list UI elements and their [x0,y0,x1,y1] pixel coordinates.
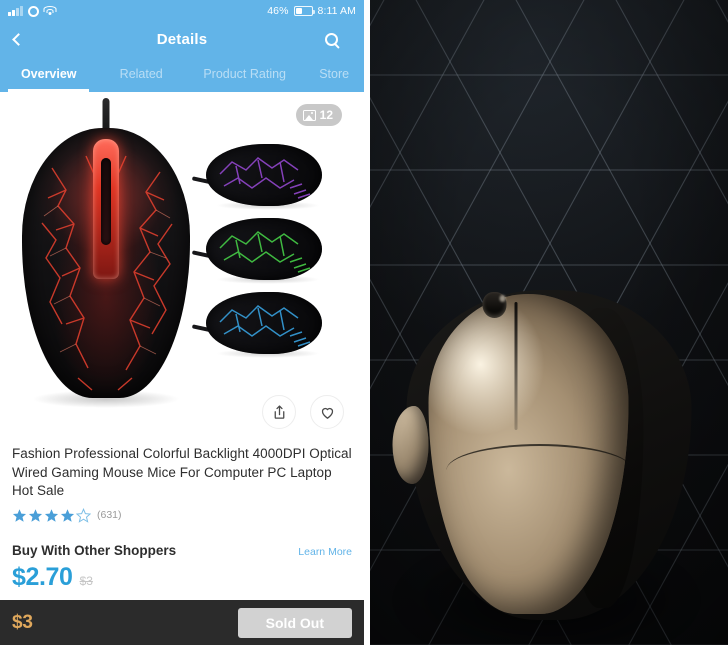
main-image-shadow [32,390,180,408]
heart-icon [321,407,333,419]
image-count-badge[interactable]: 12 [295,104,342,126]
variant-backlight-pattern [219,305,311,347]
price-row: $2.70 $3 [12,563,352,592]
image-count-label: 12 [319,108,333,122]
star-filled-icon [60,508,75,522]
mouse-body [22,128,190,398]
bottom-bar-price: $3 [12,611,33,633]
phone-app-panel: 46% 8:11 AM Details Overview Related Pro… [0,0,364,645]
screenshot-root: 46% 8:11 AM Details Overview Related Pro… [0,0,728,645]
variant-shadow [216,349,321,358]
gallery-actions [262,395,344,429]
mouse-thumb-side [392,406,429,484]
variant-backlight-pattern [219,231,311,273]
variant-body [206,292,322,354]
variant-shadow [216,275,321,284]
status-clock: 8:11 AM [317,5,356,17]
rating-row[interactable]: (631) [12,507,352,523]
learn-more-link[interactable]: Learn More [298,546,352,558]
product-gallery[interactable]: 12 [0,92,364,437]
battery-icon [293,6,315,16]
star-outline-icon [76,507,91,523]
battery-percent: 46% [267,5,289,17]
variant-blue[interactable] [191,292,336,358]
group-buy-price: $2.70 [12,562,73,591]
chevron-left-icon [12,32,25,46]
status-bar-right: 46% 8:11 AM [267,5,356,17]
mouse-center-light [93,138,119,280]
search-button[interactable] [316,22,346,56]
share-icon [274,404,284,419]
variant-purple[interactable] [191,144,336,210]
page-title: Details [156,30,208,48]
real-mouse-photo-panel [370,0,728,645]
sold-out-button[interactable]: Sold Out [237,607,352,638]
wifi-icon [43,6,57,16]
original-price: $3 [79,573,93,588]
search-icon [324,32,338,46]
variant-body [206,144,322,206]
product-info: Fashion Professional Colorful Backlight … [0,437,364,592]
bottom-action-bar: $3 Sold Out [0,600,364,645]
gold-mouse-photo [392,290,697,645]
ring-icon [27,5,39,17]
tab-overview[interactable]: Overview [0,56,97,92]
group-buy-title: Buy With Other Shoppers [12,542,177,558]
share-button[interactable] [262,395,296,429]
tab-bar: Overview Related Product Rating Store [0,56,364,92]
status-bar: 46% 8:11 AM [0,0,364,22]
star-filled-icon [28,508,43,522]
nav-bar: Details [0,22,364,56]
variant-shadow [216,201,321,210]
star-filled-icon [12,508,27,522]
group-buy-header: Buy With Other Shoppers Learn More [12,543,352,558]
main-product-image[interactable] [22,98,190,408]
back-button[interactable] [12,22,44,56]
tab-store[interactable]: Store [304,56,364,92]
variant-green[interactable] [191,218,336,284]
mouse-button-seam [514,302,518,430]
star-filled-icon [44,508,59,522]
tab-product-rating[interactable]: Product Rating [185,56,304,92]
review-count: (631) [97,509,122,521]
photo-icon [302,109,316,121]
rating-stars [12,507,91,523]
tab-related[interactable]: Related [97,56,185,92]
mouse-scroll-wheel [482,292,507,318]
signal-bars-icon [8,6,23,16]
favorite-button[interactable] [310,395,344,429]
variant-thumbnails [191,144,336,366]
mouse-button-edge [446,444,633,470]
variant-body [206,218,322,280]
variant-backlight-pattern [219,157,311,199]
status-bar-left [8,5,57,17]
product-title: Fashion Professional Colorful Backlight … [12,446,352,498]
